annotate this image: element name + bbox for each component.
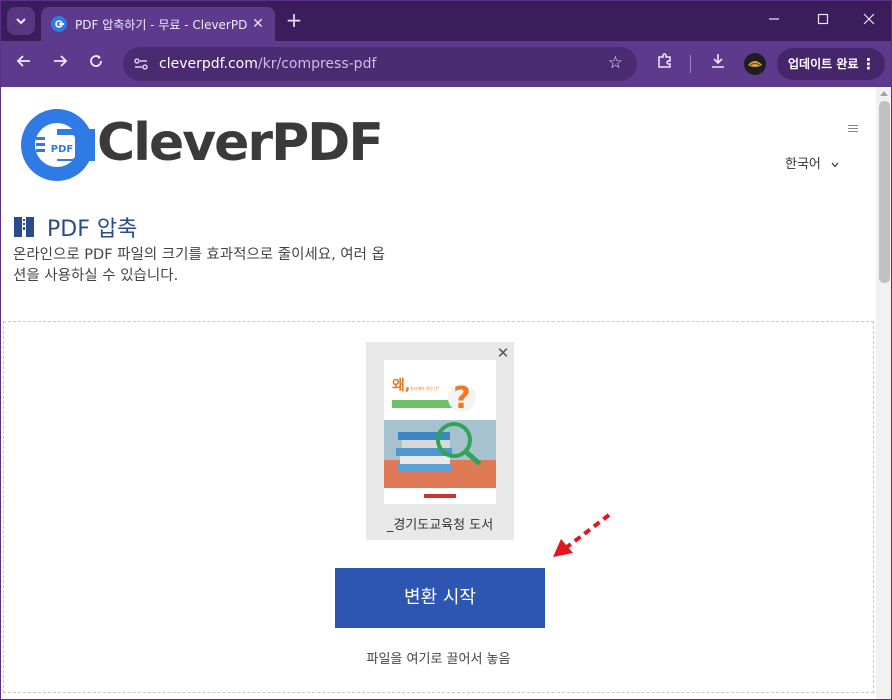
svg-text:?: ?	[453, 381, 470, 416]
hamburger-icon[interactable]	[848, 125, 858, 134]
more-icon[interactable]: ⋮	[861, 48, 876, 80]
logo-mark-icon: PDF	[21, 109, 95, 181]
drop-hint: 파일을 여기로 끌어서 놓음	[4, 648, 875, 667]
favicon-icon	[51, 16, 67, 32]
cleverpdf-logo[interactable]: PDF CleverPDF	[19, 107, 384, 183]
star-icon[interactable]: ☆	[608, 53, 623, 73]
extensions-icon[interactable]	[653, 52, 677, 76]
maximize-icon[interactable]	[811, 9, 835, 33]
language-selector[interactable]: 한국어	[785, 153, 839, 172]
back-icon[interactable]	[12, 52, 36, 76]
logo-text: CleverPDF	[97, 113, 384, 173]
zipper-book-icon	[14, 217, 34, 237]
chevron-down-icon	[831, 157, 839, 172]
file-dropzone[interactable]: ✕ 왜, 독서해야 하는가? ? _경기도교육청 도서 변환 시작 파일을 여기…	[3, 321, 874, 693]
description-line-2: 션을 사용하실 수 있습니다.	[13, 268, 179, 284]
update-button-label: 업데이트 완료	[788, 57, 859, 71]
chevron-down-icon	[16, 18, 26, 25]
plus-icon[interactable]: +	[283, 9, 305, 31]
file-card[interactable]: ✕ 왜, 독서해야 하는가? ? _경기도교육청 도서	[366, 342, 514, 540]
scroll-up-icon[interactable]	[880, 91, 888, 96]
file-name: _경기도교육청 도서	[386, 518, 494, 533]
page-title: PDF 압축	[47, 217, 138, 242]
browser-window: PDF 압축하기 - 무료 - CleverPDF ✕ + cleverpdf.…	[0, 0, 892, 700]
reload-icon[interactable]	[84, 52, 108, 76]
file-thumbnail: 왜, 독서해야 하는가? ?	[384, 360, 496, 504]
page-heading: PDF 압축	[13, 211, 137, 243]
profile-avatar[interactable]	[744, 53, 766, 75]
address-bar[interactable]: cleverpdf.com/kr/compress-pdf ☆	[123, 47, 637, 81]
url-text: cleverpdf.com/kr/compress-pdf	[159, 56, 376, 72]
red-arrow-annotation	[553, 513, 611, 557]
minimize-icon[interactable]	[762, 9, 786, 33]
url-domain: cleverpdf.com	[159, 56, 258, 72]
site-info-icon[interactable]	[133, 56, 149, 72]
forward-icon[interactable]	[48, 52, 72, 76]
toolbar-separator	[690, 55, 691, 73]
download-icon[interactable]	[706, 52, 730, 76]
drop-hint-text: 파일을 여기로 끌어서 놓음	[366, 652, 511, 667]
remove-file-icon[interactable]: ✕	[496, 346, 510, 361]
description-line-1: 온라인으로 PDF 파일의 크기를 효과적으로 줄이세요, 여러 옵	[13, 247, 385, 263]
active-tab[interactable]: PDF 압축하기 - 무료 - CleverPDF ✕	[41, 7, 275, 41]
language-label: 한국어	[785, 157, 821, 172]
vertical-scrollbar[interactable]	[876, 87, 891, 699]
page-content: PDF CleverPDF 한국어 PDF 압축 온라인으로 PDF 파일의 크…	[1, 87, 876, 699]
logo-badge: PDF	[51, 144, 73, 155]
start-conversion-button[interactable]: 변환 시작	[335, 568, 545, 628]
title-bar: PDF 압축하기 - 무료 - CleverPDF ✕ +	[1, 1, 891, 41]
tab-search-button[interactable]	[7, 7, 35, 35]
thumbnail-title: 왜,	[392, 378, 410, 394]
update-button[interactable]: 업데이트 완료 ⋮	[777, 48, 885, 80]
thumbnail-subtitle: 독서해야 하는가?	[410, 385, 439, 391]
close-icon[interactable]: ✕	[249, 15, 267, 33]
window-close-icon[interactable]	[857, 9, 881, 33]
page-description: 온라인으로 PDF 파일의 크기를 효과적으로 줄이세요, 여러 옵 션을 사용…	[13, 245, 453, 287]
url-path: /kr/compress-pdf	[257, 56, 377, 72]
toolbar: cleverpdf.com/kr/compress-pdf ☆ 업데이트 완료 …	[1, 41, 891, 87]
scroll-thumb[interactable]	[879, 101, 890, 283]
tab-title: PDF 압축하기 - 무료 - CleverPDF	[75, 17, 247, 32]
